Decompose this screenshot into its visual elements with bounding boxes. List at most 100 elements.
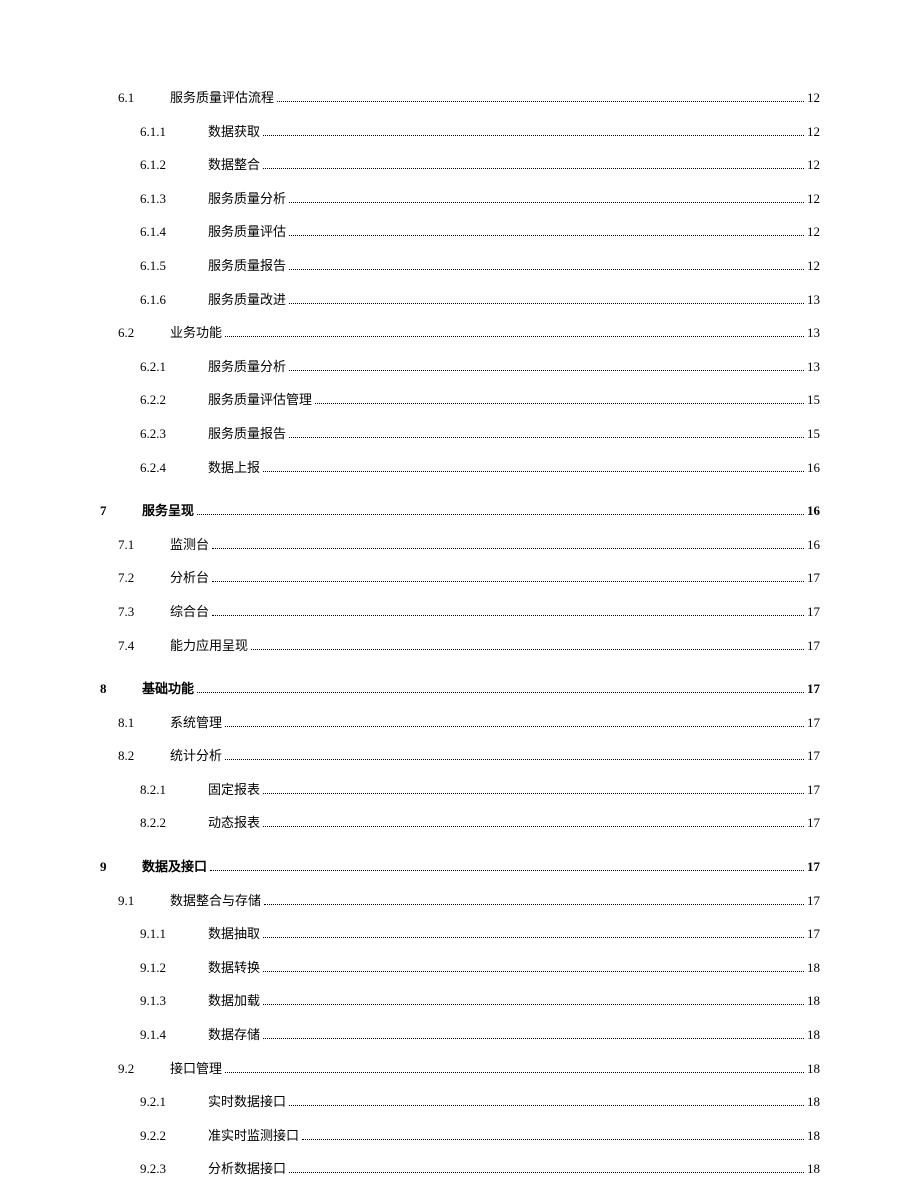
toc-entry-page: 13 (807, 325, 820, 341)
toc-entry-title: 数据及接口 (142, 859, 207, 875)
toc-entry-title: 基础功能 (142, 681, 194, 697)
toc-leader-dots (289, 1096, 804, 1106)
toc-entry-title: 分析数据接口 (208, 1161, 286, 1177)
toc-entry-page: 17 (807, 926, 820, 942)
toc-entry: 9.2.2准实时监测接口18 (100, 1128, 820, 1144)
toc-entry: 6.1.2数据整合12 (100, 157, 820, 173)
toc-entry-page: 16 (807, 537, 820, 553)
toc-leader-dots (212, 606, 804, 616)
toc-entry-title: 监测台 (170, 537, 209, 553)
toc-entry-number: 8 (100, 681, 142, 697)
toc-entry-number: 8.2.2 (140, 815, 208, 831)
toc-entry: 9数据及接口17 (100, 859, 820, 875)
toc-entry: 6.1.5服务质量报告12 (100, 258, 820, 274)
toc-leader-dots (212, 572, 804, 582)
toc-entry-number: 9 (100, 859, 142, 875)
toc-entry-number: 6.1.6 (140, 292, 208, 308)
toc-entry-title: 数据整合与存储 (170, 893, 261, 909)
toc-entry: 9.1.4数据存储18 (100, 1027, 820, 1043)
toc-entry: 6.2.2服务质量评估管理15 (100, 392, 820, 408)
toc-leader-dots (225, 1062, 804, 1072)
toc-entry-page: 17 (807, 715, 820, 731)
toc-entry-page: 18 (807, 1128, 820, 1144)
toc-entry-title: 数据获取 (208, 124, 260, 140)
toc-entry: 8基础功能 17 (100, 681, 820, 697)
toc-entry-page: 16 (807, 503, 820, 519)
toc-entry: 8.2统计分析17 (100, 748, 820, 764)
toc-leader-dots (210, 861, 804, 871)
toc-entry-number: 7.2 (118, 570, 170, 586)
toc-leader-dots (289, 260, 804, 270)
toc-entry-page: 12 (807, 191, 820, 207)
toc-entry-title: 接口管理 (170, 1061, 222, 1077)
toc-entry: 7服务呈现16 (100, 503, 820, 519)
toc-entry-number: 7.1 (118, 537, 170, 553)
toc-leader-dots (263, 928, 804, 938)
toc-entry-page: 17 (807, 681, 820, 697)
toc-entry-page: 18 (807, 1061, 820, 1077)
toc-entry-page: 13 (807, 292, 820, 308)
toc-entry-number: 7.3 (118, 604, 170, 620)
toc-entry-number: 9.2.1 (140, 1094, 208, 1110)
toc-entry-number: 6.2.3 (140, 426, 208, 442)
toc-entry-title: 服务质量报告 (208, 258, 286, 274)
toc-entry-title: 业务功能 (170, 325, 222, 341)
toc-entry: 6.1.1数据获取12 (100, 124, 820, 140)
toc-entry-title: 实时数据接口 (208, 1094, 286, 1110)
toc-leader-dots (197, 683, 804, 693)
toc-entry: 7.2分析台17 (100, 570, 820, 586)
toc-entry-title: 系统管理 (170, 715, 222, 731)
toc-entry-page: 12 (807, 90, 820, 106)
toc-leader-dots (197, 505, 804, 515)
toc-entry-title: 分析台 (170, 570, 209, 586)
toc-leader-dots (289, 428, 804, 438)
toc-entry-number: 6.1.2 (140, 157, 208, 173)
toc-entry-number: 7 (100, 503, 142, 519)
toc-entry: 6.2.3服务质量报告15 (100, 426, 820, 442)
toc-leader-dots (225, 750, 804, 760)
toc-entry-number: 9.2 (118, 1061, 170, 1077)
toc-entry: 9.1.1数据抽取17 (100, 926, 820, 942)
toc-entry-page: 18 (807, 1094, 820, 1110)
toc-entry-page: 12 (807, 224, 820, 240)
toc-entry-number: 9.1.3 (140, 993, 208, 1009)
toc-entry-number: 9.2.3 (140, 1161, 208, 1177)
toc-entry: 6.1服务质量评估流程12 (100, 90, 820, 106)
toc-entry-number: 9.2.2 (140, 1128, 208, 1144)
toc-leader-dots (289, 293, 804, 303)
toc-leader-dots (263, 995, 804, 1005)
toc-leader-dots (263, 961, 804, 971)
toc-entry: 8.2.1固定报表17 (100, 782, 820, 798)
toc-entry-number: 6.1.3 (140, 191, 208, 207)
toc-leader-dots (263, 783, 804, 793)
toc-entry-title: 服务质量评估 (208, 224, 286, 240)
toc-entry-number: 9.1.1 (140, 926, 208, 942)
toc-leader-dots (263, 461, 804, 471)
toc-entry-page: 17 (807, 815, 820, 831)
toc-entry-title: 数据转换 (208, 960, 260, 976)
toc-entry-number: 6.2 (118, 325, 170, 341)
toc-entry-number: 6.1.1 (140, 124, 208, 140)
toc-leader-dots (289, 192, 804, 202)
toc-leader-dots (263, 125, 804, 135)
toc-entry-number: 8.1 (118, 715, 170, 731)
toc-leader-dots (225, 716, 804, 726)
toc-entry-number: 9.1.2 (140, 960, 208, 976)
toc-entry: 6.2.4数据上报16 (100, 460, 820, 476)
toc-leader-dots (212, 538, 804, 548)
toc-leader-dots (263, 1029, 804, 1039)
toc-entry-title: 综合台 (170, 604, 209, 620)
toc-entry-title: 统计分析 (170, 748, 222, 764)
toc-entry-number: 6.2.4 (140, 460, 208, 476)
toc-entry: 7.1监测台 16 (100, 537, 820, 553)
toc-entry-page: 16 (807, 460, 820, 476)
toc-leader-dots (251, 639, 804, 649)
toc-leader-dots (302, 1129, 804, 1139)
toc-entry-page: 17 (807, 893, 820, 909)
toc-entry-title: 服务质量分析 (208, 191, 286, 207)
toc-leader-dots (225, 327, 804, 337)
toc-entry-page: 17 (807, 748, 820, 764)
toc-leader-dots (263, 159, 804, 169)
toc-entry-title: 动态报表 (208, 815, 260, 831)
toc-leader-dots (263, 817, 804, 827)
